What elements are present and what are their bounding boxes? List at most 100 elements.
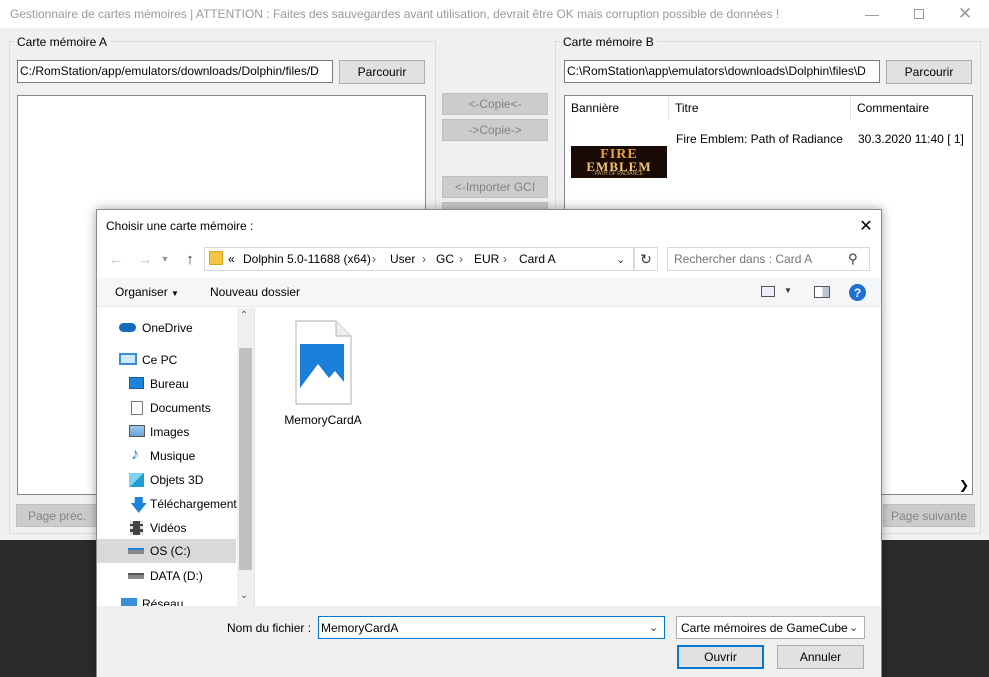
recent-locations-button[interactable]: ▼ [154, 248, 176, 270]
open-button[interactable]: Ouvrir [677, 645, 764, 669]
refresh-button[interactable]: ↻ [634, 247, 658, 271]
cloud-icon [119, 323, 136, 332]
nav-scrollbar-thumb[interactable] [239, 348, 252, 570]
music-icon: ♪ [131, 446, 139, 463]
arrow-left-icon: ← [109, 251, 123, 267]
breadcrumb-user[interactable]: User [390, 252, 415, 266]
nav-scrollbar[interactable]: ⌃ ⌄ [237, 308, 254, 606]
main-window-title: Gestionnaire de cartes mémoires | ATTENT… [10, 7, 780, 21]
videos-icon [130, 521, 143, 535]
nav-item-os-c[interactable]: OS (C:) [97, 539, 236, 563]
scroll-down-arrow[interactable]: ⌄ [240, 590, 248, 601]
preview-pane-icon[interactable] [814, 286, 830, 298]
dialog-title: Choisir une carte mémoire : [106, 219, 254, 233]
breadcrumb-eur[interactable]: EUR [474, 252, 499, 266]
image-file-icon [295, 320, 352, 405]
card-a-prev-page-button[interactable]: Page préc. [16, 504, 98, 527]
new-folder-button[interactable]: Nouveau dossier [210, 285, 300, 299]
scroll-up-arrow[interactable]: ⌃ [240, 310, 248, 321]
filetype-value: Carte mémoires de GameCube [681, 621, 848, 635]
save-title: Fire Emblem: Path of Radiance [676, 132, 843, 146]
breadcrumb-dolphin[interactable]: Dolphin 5.0-11688 (x64) [243, 252, 371, 266]
game-banner-image: FIRE EMBLEM PATH OF RADIANCE [571, 146, 667, 178]
nav-item-data-d[interactable]: DATA (D:) [97, 565, 236, 587]
main-title-bar: Gestionnaire de cartes mémoires | ATTENT… [0, 0, 989, 28]
filename-input[interactable] [321, 619, 641, 636]
documents-icon [131, 401, 143, 415]
filename-combobox[interactable]: ⌄ [318, 616, 665, 639]
dialog-close-button[interactable]: ✕ [852, 213, 880, 239]
view-options-icon[interactable] [761, 286, 775, 297]
filetype-select[interactable]: Carte mémoires de GameCube ⌄ [676, 616, 865, 639]
import-gci-button[interactable]: <-Importer GCI [442, 176, 548, 198]
nav-item-onedrive[interactable]: OneDrive [97, 317, 236, 339]
close-icon: ✕ [859, 218, 873, 235]
close-icon: ✕ [957, 4, 973, 23]
breadcrumb-overflow[interactable]: « [228, 252, 235, 266]
scroll-right-arrow[interactable]: ❯ [957, 478, 971, 492]
filename-label: Nom du fichier : [227, 621, 312, 635]
breadcrumb-gc[interactable]: GC [436, 252, 454, 266]
computer-icon [119, 353, 137, 365]
card-b-path-field[interactable]: C:\RomStation\app\emulators\downloads\Do… [564, 60, 880, 83]
view-dropdown-icon[interactable]: ▼ [784, 286, 792, 295]
nav-item-videos[interactable]: Vidéos [97, 517, 236, 539]
organize-button[interactable]: Organiser ▼ [115, 285, 179, 299]
table-row[interactable]: FIRE EMBLEM PATH OF RADIANCE Fire Emblem… [565, 120, 972, 178]
column-banner[interactable]: Bannière [565, 96, 669, 120]
copy-left-button[interactable]: <-Copie<- [442, 93, 548, 115]
pictures-icon [129, 425, 145, 437]
filetype-dropdown-icon: ⌄ [849, 622, 859, 634]
copy-right-button[interactable]: ->Copie-> [442, 119, 548, 141]
card-b-browse-button[interactable]: Parcourir [886, 60, 972, 84]
nav-item-music[interactable]: ♪ Musique [97, 445, 236, 467]
nav-item-network[interactable]: Réseau [97, 595, 236, 606]
filename-dropdown-icon[interactable]: ⌄ [649, 621, 658, 634]
card-a-browse-button[interactable]: Parcourir [339, 60, 425, 84]
close-main-button[interactable]: ✕ [942, 0, 988, 28]
network-icon [121, 598, 137, 606]
banner-text-subtitle: PATH OF RADIANCE [594, 171, 644, 177]
save-comment: 30.3.2020 11:40 [ 1] [858, 132, 964, 146]
nav-item-documents[interactable]: Documents [97, 397, 236, 419]
drive-d-icon [128, 573, 144, 579]
objects-3d-icon [129, 473, 144, 487]
help-icon[interactable]: ? [849, 284, 866, 301]
arrow-up-icon: ↑ [186, 250, 194, 268]
arrow-right-icon: → [138, 251, 152, 267]
card-b-next-page-button[interactable]: Page suivante [883, 504, 975, 527]
choose-memory-card-dialog: Choisir une carte mémoire : ✕ ← → ▼ ↑ « … [96, 209, 882, 677]
card-b-label: Carte mémoire B [560, 35, 657, 49]
nav-item-this-pc[interactable]: Ce PC [97, 349, 236, 371]
cancel-button[interactable]: Annuler [777, 645, 864, 669]
search-input[interactable] [674, 250, 844, 268]
search-icon: ⚲ [848, 251, 858, 266]
file-item-memorycarda[interactable]: MemoryCardA [282, 320, 364, 430]
back-button[interactable]: ← [105, 248, 127, 270]
search-box[interactable]: ⚲ [667, 247, 870, 271]
maximize-button[interactable] [896, 0, 942, 28]
breadcrumb-card-a[interactable]: Card A [519, 252, 556, 266]
maximize-icon [914, 9, 924, 19]
command-bar: Organiser ▼ Nouveau dossier ▼ ? [97, 278, 881, 307]
nav-item-desktop[interactable]: Bureau [97, 373, 236, 395]
column-comment[interactable]: Commentaire [851, 96, 972, 120]
nav-item-images[interactable]: Images [97, 421, 236, 443]
up-button[interactable]: ↑ [179, 248, 201, 270]
address-bar[interactable]: « Dolphin 5.0-11688 (x64) › User › GC › … [204, 247, 634, 271]
dropdown-arrow-icon: ▼ [171, 289, 179, 298]
nav-item-downloads[interactable]: 🡇 Téléchargements [97, 493, 243, 515]
address-dropdown-icon[interactable]: ⌄ [616, 253, 625, 266]
drive-c-icon [128, 548, 144, 554]
chevron-down-icon: ▼ [160, 254, 170, 264]
refresh-icon: ↻ [640, 250, 652, 267]
minimize-icon: — [865, 6, 879, 22]
card-a-label: Carte mémoire A [14, 35, 111, 49]
file-name-label: MemoryCardA [284, 413, 362, 427]
column-title[interactable]: Titre [669, 96, 851, 120]
nav-item-3d-objects[interactable]: Objets 3D [97, 469, 236, 491]
minimize-button[interactable]: — [849, 0, 895, 28]
card-a-path-field[interactable]: C:/RomStation/app/emulators/downloads/Do… [17, 60, 333, 83]
navigation-pane: OneDrive Ce PC Bureau Documents Images ♪… [97, 308, 255, 606]
forward-button[interactable]: → [134, 248, 156, 270]
